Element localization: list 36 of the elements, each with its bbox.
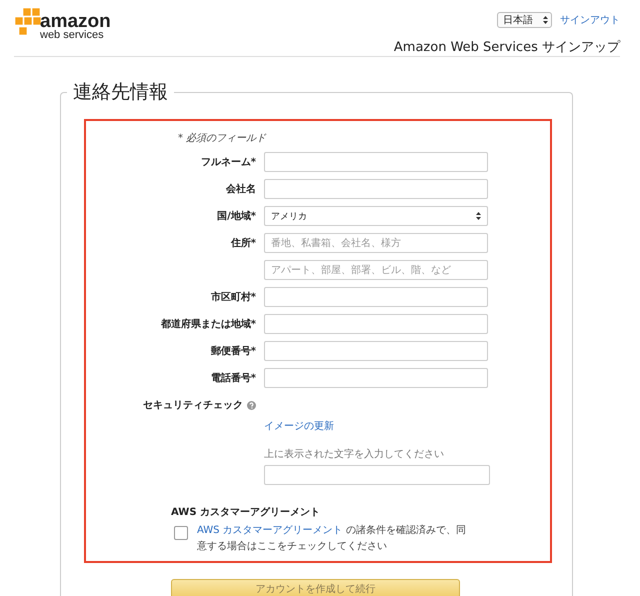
field-label: セキュリティチェック: [143, 399, 243, 412]
agreement-heading: AWS カスタマーアグリーメント: [171, 506, 322, 519]
input-field[interactable]: [264, 341, 488, 361]
input-field[interactable]: アパート、部屋、部署、ビル、階、など: [264, 260, 488, 280]
field-label: 市区町村*: [210, 290, 256, 304]
input-field[interactable]: [264, 287, 488, 307]
field-label: 電話番号*: [210, 372, 256, 385]
input-field[interactable]: [264, 368, 488, 388]
cubes-icon: [14, 8, 42, 38]
field-label: 都道府県または地域*: [160, 317, 256, 331]
create-account-button[interactable]: アカウントを作成して続行: [171, 579, 460, 596]
field-label: 住所*: [230, 236, 256, 250]
agreement-text: AWS カスタマーアグリーメント の諸条件を確認済みで、同意する場合はここをチェックしてください: [197, 524, 467, 554]
input-field[interactable]: [264, 314, 488, 334]
agreement-link[interactable]: AWS カスタマーアグリーメント: [197, 525, 343, 536]
logo-subtitle: web services: [40, 30, 105, 41]
help-icon[interactable]: [247, 400, 256, 410]
updown-icon: [476, 212, 481, 220]
field-label: 国/地域*: [217, 210, 256, 223]
input-field[interactable]: 番地、私書箱、会社名、様方: [264, 233, 488, 253]
captcha-field[interactable]: [264, 465, 490, 485]
input-field[interactable]: [264, 152, 488, 172]
agreement-checkbox[interactable]: [174, 526, 188, 540]
page-title: Amazon Web Services サインアップ: [394, 39, 620, 56]
refresh-image-link[interactable]: イメージの更新: [264, 419, 334, 433]
signout-link[interactable]: サインアウト: [560, 13, 620, 27]
updown-icon: [543, 16, 548, 24]
required-note: * 必須のフィールド: [178, 132, 266, 145]
logo-wordmark: amazon: [40, 13, 111, 30]
field-label: フルネーム*: [200, 156, 256, 169]
captcha-caption: 上に表示された文字を入力してください: [264, 448, 444, 461]
field-label: 郵便番号*: [210, 344, 256, 358]
field-label: 会社名: [226, 182, 256, 196]
input-field[interactable]: [264, 179, 488, 199]
language-select[interactable]: 日本語: [497, 12, 552, 28]
country-select[interactable]: アメリカ: [264, 206, 488, 226]
